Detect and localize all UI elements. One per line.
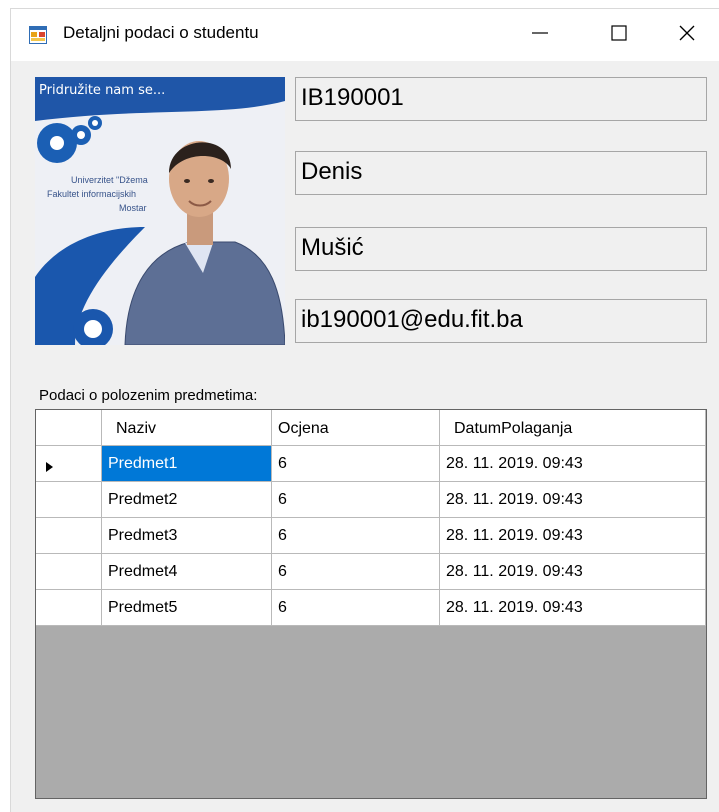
column-header-ocjena[interactable]: Ocjena: [272, 410, 440, 446]
student-photo-image: Univerzitet "Džema Fakultet informacijsk…: [35, 77, 285, 345]
cell-datum[interactable]: 28. 11. 2019. 09:43: [440, 518, 706, 554]
row-header[interactable]: [36, 446, 102, 482]
row-header[interactable]: [36, 590, 102, 626]
cell-naziv[interactable]: Predmet5: [102, 590, 272, 626]
cell-datum[interactable]: 28. 11. 2019. 09:43: [440, 590, 706, 626]
row-pointer-icon: [46, 459, 54, 477]
close-icon: [677, 23, 697, 48]
cell-naziv[interactable]: Predmet3: [102, 518, 272, 554]
last-name-field[interactable]: Mušić: [295, 227, 707, 271]
cell-naziv[interactable]: Predmet1: [102, 446, 272, 482]
cell-ocjena[interactable]: 6: [272, 590, 440, 626]
svg-text:Mostar: Mostar: [119, 203, 147, 213]
maximize-icon: [609, 23, 629, 48]
cell-datum[interactable]: 28. 11. 2019. 09:43: [440, 554, 706, 590]
table-row[interactable]: Predmet3 6 28. 11. 2019. 09:43: [36, 518, 706, 554]
close-button[interactable]: [664, 9, 710, 61]
grid-header-row: Naziv Ocjena DatumPolaganja: [36, 410, 706, 446]
cell-naziv[interactable]: Predmet2: [102, 482, 272, 518]
cell-ocjena[interactable]: 6: [272, 518, 440, 554]
passed-subjects-label: Podaci o polozenim predmetima:: [39, 387, 258, 404]
table-row[interactable]: Predmet2 6 28. 11. 2019. 09:43: [36, 482, 706, 518]
student-details-window: Detaljni podaci o studentu Univerzitet "…: [10, 8, 719, 812]
table-row[interactable]: Predmet5 6 28. 11. 2019. 09:43: [36, 590, 706, 626]
index-field[interactable]: IB190001: [295, 77, 707, 121]
window-title: Detaljni podaci o studentu: [63, 23, 259, 42]
minimize-icon: [530, 23, 550, 48]
photo-caption: Pridružite nam se...: [39, 83, 166, 98]
cell-ocjena[interactable]: 6: [272, 554, 440, 590]
table-row[interactable]: Predmet1 6 28. 11. 2019. 09:43: [36, 446, 706, 482]
title-bar[interactable]: Detaljni podaci o studentu: [11, 9, 719, 61]
passed-subjects-grid[interactable]: Naziv Ocjena DatumPolaganja Predmet1 6 2…: [35, 409, 707, 799]
svg-text:Fakultet informacijskih: Fakultet informacijskih: [47, 189, 136, 199]
cell-ocjena[interactable]: 6: [272, 482, 440, 518]
grid-corner-header[interactable]: [36, 410, 102, 446]
column-header-datum[interactable]: DatumPolaganja: [440, 410, 706, 446]
svg-text:Univerzitet "Džema: Univerzitet "Džema: [71, 175, 148, 185]
row-header[interactable]: [36, 518, 102, 554]
cell-datum[interactable]: 28. 11. 2019. 09:43: [440, 446, 706, 482]
student-photo: Univerzitet "Džema Fakultet informacijsk…: [35, 77, 285, 345]
first-name-field[interactable]: Denis: [295, 151, 707, 195]
cell-ocjena[interactable]: 6: [272, 446, 440, 482]
email-field[interactable]: ib190001@edu.fit.ba: [295, 299, 707, 343]
row-header[interactable]: [36, 554, 102, 590]
minimize-button[interactable]: [517, 9, 563, 61]
row-header[interactable]: [36, 482, 102, 518]
maximize-button[interactable]: [596, 9, 642, 61]
cell-naziv[interactable]: Predmet4: [102, 554, 272, 590]
form-icon: [29, 26, 47, 44]
cell-datum[interactable]: 28. 11. 2019. 09:43: [440, 482, 706, 518]
column-header-naziv[interactable]: Naziv: [102, 410, 272, 446]
table-row[interactable]: Predmet4 6 28. 11. 2019. 09:43: [36, 554, 706, 590]
